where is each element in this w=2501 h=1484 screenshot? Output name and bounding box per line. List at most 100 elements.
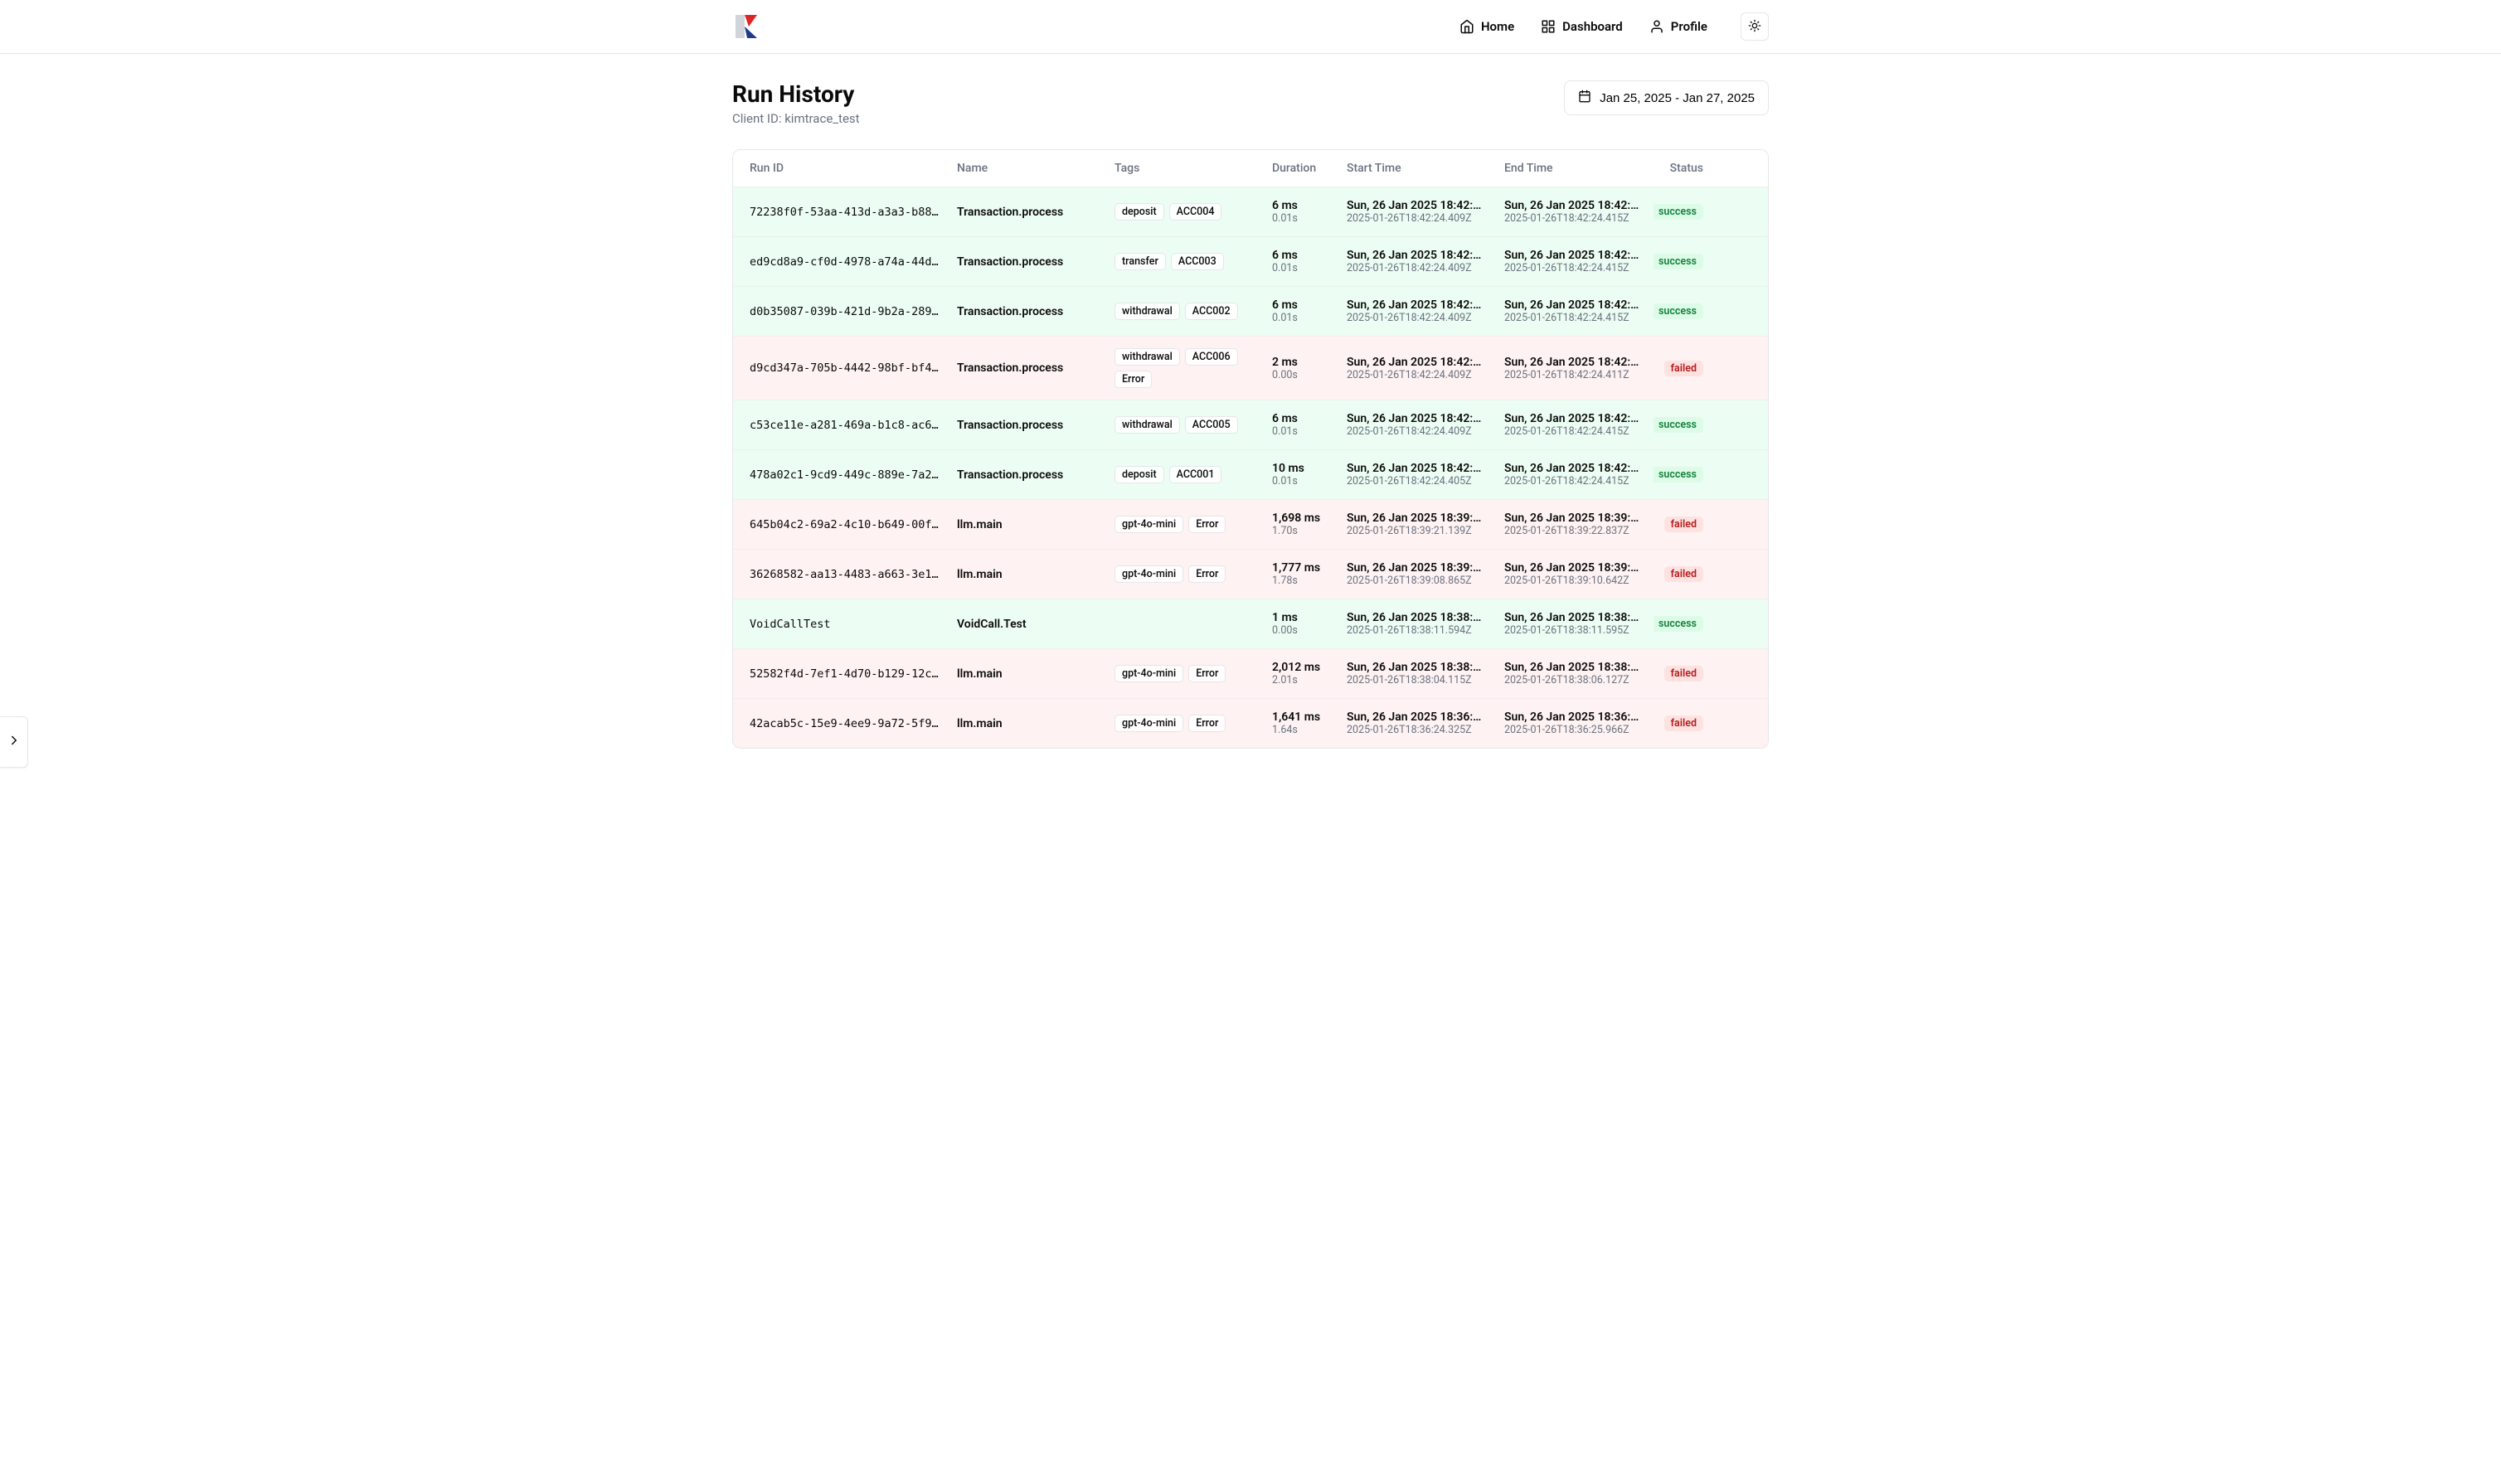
tag: Error — [1115, 371, 1152, 388]
tags-wrapper: gpt-4o-miniError — [1115, 565, 1255, 583]
cell-status: success — [1654, 412, 1712, 438]
duration-sub: 1.78s — [1272, 575, 1330, 587]
duration-main: 1,641 ms — [1272, 710, 1330, 724]
nav-home[interactable]: Home — [1459, 19, 1514, 34]
cell-duration: 6 ms0.01s — [1264, 249, 1338, 274]
tag: ACC004 — [1169, 203, 1222, 221]
end-time-main: Sun, 26 Jan 2025 18:38:0… — [1504, 661, 1645, 674]
cell-tags: withdrawalACC002 — [1106, 298, 1264, 324]
app-logo[interactable] — [732, 12, 762, 41]
cell-name: Transaction.process — [949, 348, 1106, 388]
cell-end-time: Sun, 26 Jan 2025 18:38:1…2025-01-26T18:3… — [1496, 611, 1654, 637]
dashboard-icon — [1541, 19, 1556, 34]
th-run-id: Run ID — [741, 162, 949, 175]
tag: ACC005 — [1185, 416, 1238, 434]
end-time-main: Sun, 26 Jan 2025 18:42:2… — [1504, 356, 1645, 369]
run-name-text: llm.main — [957, 667, 1098, 681]
table-row[interactable]: VoidCallTestVoidCall.Test1 ms0.00sSun, 2… — [733, 599, 1768, 648]
table-row[interactable]: 645b04c2-69a2-4c10-b649-00ff…llm.maingpt… — [733, 499, 1768, 549]
status-badge: failed — [1664, 666, 1703, 681]
cell-name: llm.main — [949, 710, 1106, 736]
status-badge: failed — [1664, 715, 1703, 731]
table-row[interactable]: 36268582-aa13-4483-a663-3e1c…llm.maingpt… — [733, 549, 1768, 599]
cell-tags: depositACC004 — [1106, 199, 1264, 225]
run-history-table: Run ID Name Tags Duration Start Time End… — [732, 149, 1769, 749]
end-time-sub: 2025-01-26T18:36:25.966Z — [1504, 724, 1645, 736]
table-row[interactable]: 42acab5c-15e9-4ee9-9a72-5f9e…llm.maingpt… — [733, 698, 1768, 748]
cell-end-time: Sun, 26 Jan 2025 18:39:2…2025-01-26T18:3… — [1496, 512, 1654, 537]
table-row[interactable]: d9cd347a-705b-4442-98bf-bf48… Transaction… — [733, 336, 1768, 400]
duration-sub: 0.00s — [1272, 624, 1330, 637]
cell-run-id: c53ce11e-a281-469a-b1c8-ac62… — [741, 412, 949, 438]
duration-main: 6 ms — [1272, 298, 1330, 312]
cell-run-id: 478a02c1-9cd9-449c-889e-7a2a… — [741, 462, 949, 487]
cell-duration: 6 ms0.01s — [1264, 412, 1338, 438]
cell-duration: 10 ms0.01s — [1264, 462, 1338, 487]
table-header: Run ID Name Tags Duration Start Time End… — [733, 150, 1768, 187]
cell-run-id: 42acab5c-15e9-4ee9-9a72-5f9e… — [741, 710, 949, 736]
run-name-text: Transaction.process — [957, 361, 1098, 375]
duration-main: 1 ms — [1272, 611, 1330, 624]
status-badge: failed — [1664, 361, 1703, 376]
end-time-sub: 2025-01-26T18:42:24.415Z — [1504, 262, 1645, 274]
cell-name: llm.main — [949, 512, 1106, 537]
run-name-text: Transaction.process — [957, 419, 1098, 432]
duration-sub: 0.01s — [1272, 262, 1330, 274]
duration-main: 6 ms — [1272, 199, 1330, 212]
duration-sub: 1.70s — [1272, 525, 1330, 537]
duration-sub: 2.01s — [1272, 674, 1330, 686]
th-end-time: End Time — [1496, 162, 1654, 175]
run-name-text: VoidCall.Test — [957, 618, 1098, 631]
cell-status: success — [1654, 462, 1712, 487]
tag: gpt-4o-mini — [1115, 665, 1183, 682]
table-row[interactable]: c53ce11e-a281-469a-b1c8-ac62… Transaction… — [733, 400, 1768, 449]
cell-name: Transaction.process — [949, 462, 1106, 487]
th-status: Status — [1654, 162, 1712, 175]
run-id-text: d9cd347a-705b-4442-98bf-bf48… — [750, 361, 940, 375]
cell-end-time: Sun, 26 Jan 2025 18:42:2…2025-01-26T18:4… — [1496, 298, 1654, 324]
start-time-main: Sun, 26 Jan 2025 18:38:1… — [1347, 611, 1488, 624]
chevron-right-icon — [7, 733, 22, 751]
start-time-sub: 2025-01-26T18:39:08.865Z — [1347, 575, 1488, 587]
start-time-main: Sun, 26 Jan 2025 18:42:2… — [1347, 412, 1488, 425]
table-row[interactable]: 72238f0f-53aa-413d-a3a3-b88c…Transaction… — [733, 187, 1768, 236]
tags-wrapper: depositACC001 — [1115, 466, 1255, 483]
theme-toggle-button[interactable] — [1741, 12, 1769, 41]
run-id-text: ed9cd8a9-cf0d-4978-a74a-44db… — [750, 255, 940, 269]
table-row[interactable]: d0b35087-039b-421d-9b2a-2893…Transaction… — [733, 286, 1768, 336]
tag: ACC006 — [1185, 348, 1238, 366]
th-start-time: Start Time — [1338, 162, 1496, 175]
end-time-sub: 2025-01-26T18:42:24.415Z — [1504, 312, 1645, 324]
cell-end-time: Sun, 26 Jan 2025 18:36:2…2025-01-26T18:3… — [1496, 710, 1654, 736]
start-time-sub: 2025-01-26T18:39:21.139Z — [1347, 525, 1488, 537]
side-panel-toggle[interactable] — [0, 716, 28, 768]
tag: withdrawal — [1115, 348, 1180, 366]
tag: transfer — [1115, 253, 1166, 270]
run-name-text: Transaction.process — [957, 468, 1098, 482]
table-row[interactable]: ed9cd8a9-cf0d-4978-a74a-44db… Transaction… — [733, 236, 1768, 286]
duration-sub: 0.01s — [1272, 475, 1330, 487]
table-row[interactable]: 478a02c1-9cd9-449c-889e-7a2a… Transaction… — [733, 449, 1768, 499]
nav-profile[interactable]: Profile — [1649, 19, 1707, 34]
date-range-picker[interactable]: Jan 25, 2025 - Jan 27, 2025 — [1564, 80, 1769, 115]
run-name-text: Transaction.process — [957, 255, 1098, 269]
start-time-main: Sun, 26 Jan 2025 18:39:2… — [1347, 512, 1488, 525]
status-badge: success — [1654, 303, 1703, 319]
th-duration: Duration — [1264, 162, 1338, 175]
cell-duration: 1,777 ms1.78s — [1264, 561, 1338, 587]
status-badge: failed — [1664, 566, 1703, 582]
cell-start-time: Sun, 26 Jan 2025 18:39:2…2025-01-26T18:3… — [1338, 512, 1496, 537]
nav-dashboard-label: Dashboard — [1562, 19, 1623, 34]
run-name-text: llm.main — [957, 568, 1098, 581]
cell-tags — [1106, 611, 1264, 637]
cell-tags: gpt-4o-miniError — [1106, 661, 1264, 686]
nav-dashboard[interactable]: Dashboard — [1541, 19, 1623, 34]
status-badge: success — [1654, 467, 1703, 483]
cell-start-time: Sun, 26 Jan 2025 18:42:2…2025-01-26T18:4… — [1338, 462, 1496, 487]
status-badge: success — [1654, 204, 1703, 220]
table-row[interactable]: 52582f4d-7ef1-4d70-b129-12c3…llm.maingpt… — [733, 648, 1768, 698]
cell-end-time: Sun, 26 Jan 2025 18:42:2…2025-01-26T18:4… — [1496, 462, 1654, 487]
tag: ACC002 — [1185, 303, 1238, 320]
cell-end-time: Sun, 26 Jan 2025 18:42:2…2025-01-26T18:4… — [1496, 348, 1654, 388]
cell-name: Transaction.process — [949, 249, 1106, 274]
